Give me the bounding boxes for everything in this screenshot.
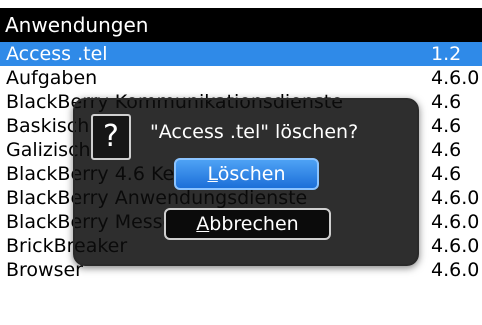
list-item-name: Access .tel xyxy=(6,43,108,65)
top-strip xyxy=(0,0,482,8)
dialog-message: "Access .tel" löschen? xyxy=(150,121,359,143)
list-item-version: 4.6.0 xyxy=(431,211,480,233)
delete-button-label: öschen xyxy=(217,163,286,185)
cancel-button-label: bbrechen xyxy=(209,213,299,235)
question-icon: ? xyxy=(91,114,131,160)
list-item-version: 4.6.0 xyxy=(431,259,480,281)
list-item-version: 4.6.0 xyxy=(431,67,480,89)
list-item-version: 4.6.0 xyxy=(431,235,480,257)
list-item-version: 4.6 xyxy=(431,163,462,185)
delete-button-accelerator: L xyxy=(207,163,218,185)
list-item-version: 4.6 xyxy=(431,91,462,113)
list-item-version: 4.6 xyxy=(431,139,462,161)
list-item-version: 1.2 xyxy=(431,43,462,65)
list-item-version: 4.6 xyxy=(431,115,462,137)
app-screen: Anwendungen Access .tel 1.2 Aufgaben 4.6.0 B… xyxy=(0,0,482,325)
list-item-name: Browser xyxy=(6,259,83,281)
list-item-version: 4.6.0 xyxy=(431,187,480,209)
list-item[interactable]: Access .tel 1.2 xyxy=(0,42,482,66)
delete-confirm-dialog: ? "Access .tel" löschen? Löschen Abbrech… xyxy=(73,98,419,266)
list-item[interactable]: Aufgaben 4.6.0 xyxy=(0,66,482,90)
delete-button[interactable]: Löschen xyxy=(174,158,319,190)
cancel-button[interactable]: Abbrechen xyxy=(164,208,331,240)
list-item-name: Aufgaben xyxy=(6,67,98,89)
cancel-button-accelerator: A xyxy=(196,213,210,235)
page-title: Anwendungen xyxy=(0,8,482,42)
